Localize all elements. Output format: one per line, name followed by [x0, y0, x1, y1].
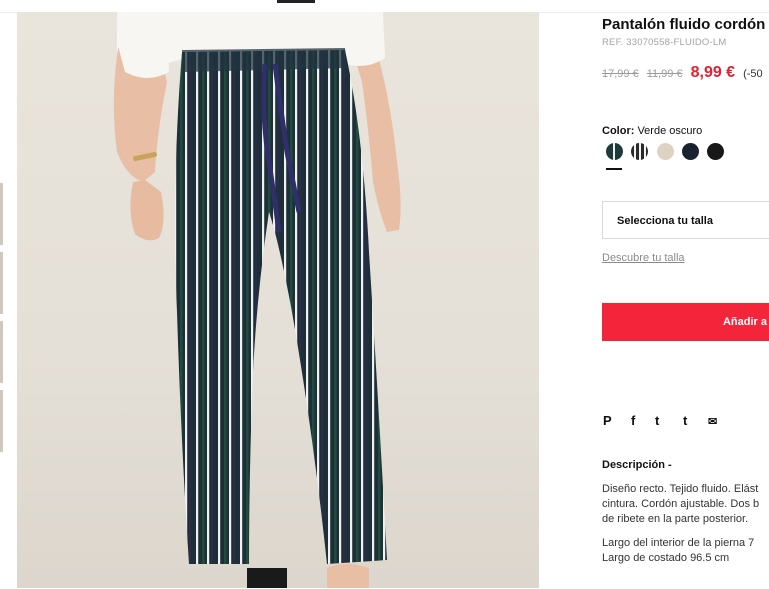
thumbnail-2[interactable]	[0, 252, 3, 314]
thumbnail-3[interactable]	[0, 321, 3, 383]
swatch-negro-rayas[interactable]	[631, 143, 648, 160]
swatch-verde-oscuro[interactable]	[606, 143, 623, 160]
email-icon[interactable]: ✉	[708, 415, 717, 428]
price-current: 8,99 €	[690, 64, 736, 81]
color-label-title: Color:	[602, 125, 635, 137]
color-label: Color: Verde oscuro	[602, 125, 702, 137]
active-tab-indicator	[277, 0, 315, 3]
size-select[interactable]: Selecciona tu talla	[602, 201, 769, 239]
description-line: Largo del interior de la pierna 7	[602, 537, 755, 549]
description-line: cintura. Cordón ajustable. Dos b	[602, 498, 760, 510]
add-to-cart-button[interactable]: Añadir a	[602, 303, 769, 341]
product-title: Pantalón fluido cordón	[602, 16, 766, 33]
pinterest-icon[interactable]: P	[603, 413, 612, 428]
product-info-panel: Pantalón fluido cordón REF. 33070558-FLU…	[602, 0, 769, 589]
price-previous: 11,99 €	[646, 68, 683, 80]
twitter-icon[interactable]: t	[655, 413, 659, 428]
product-image[interactable]	[17, 12, 539, 588]
swatch-marino[interactable]	[682, 143, 699, 160]
price-original: 17,99 €	[602, 68, 639, 80]
selected-swatch-indicator	[606, 168, 622, 170]
description-line: de ribete en la parte posterior.	[602, 513, 749, 525]
description-title[interactable]: Descripción -	[602, 459, 672, 471]
facebook-icon[interactable]: f	[631, 413, 635, 428]
color-value: Verde oscuro	[637, 125, 703, 137]
size-guide-link[interactable]: Descubre tu talla	[602, 252, 685, 264]
tumblr-icon[interactable]: t	[683, 413, 687, 428]
product-reference: REF. 33070558-FLUIDO-LM	[602, 37, 727, 48]
discount-label: (-50	[743, 68, 763, 80]
price-block: 17,99 € 11,99 € 8,99 € (-50	[602, 64, 763, 82]
swatch-negro[interactable]	[707, 143, 724, 160]
thumbnail-1[interactable]	[0, 183, 3, 245]
swatch-beige[interactable]	[657, 143, 674, 160]
description-line: Largo de costado 96.5 cm	[602, 552, 730, 564]
description-line: Diseño recto. Tejido fluido. Elást	[602, 483, 759, 495]
thumbnail-4[interactable]	[0, 390, 3, 452]
